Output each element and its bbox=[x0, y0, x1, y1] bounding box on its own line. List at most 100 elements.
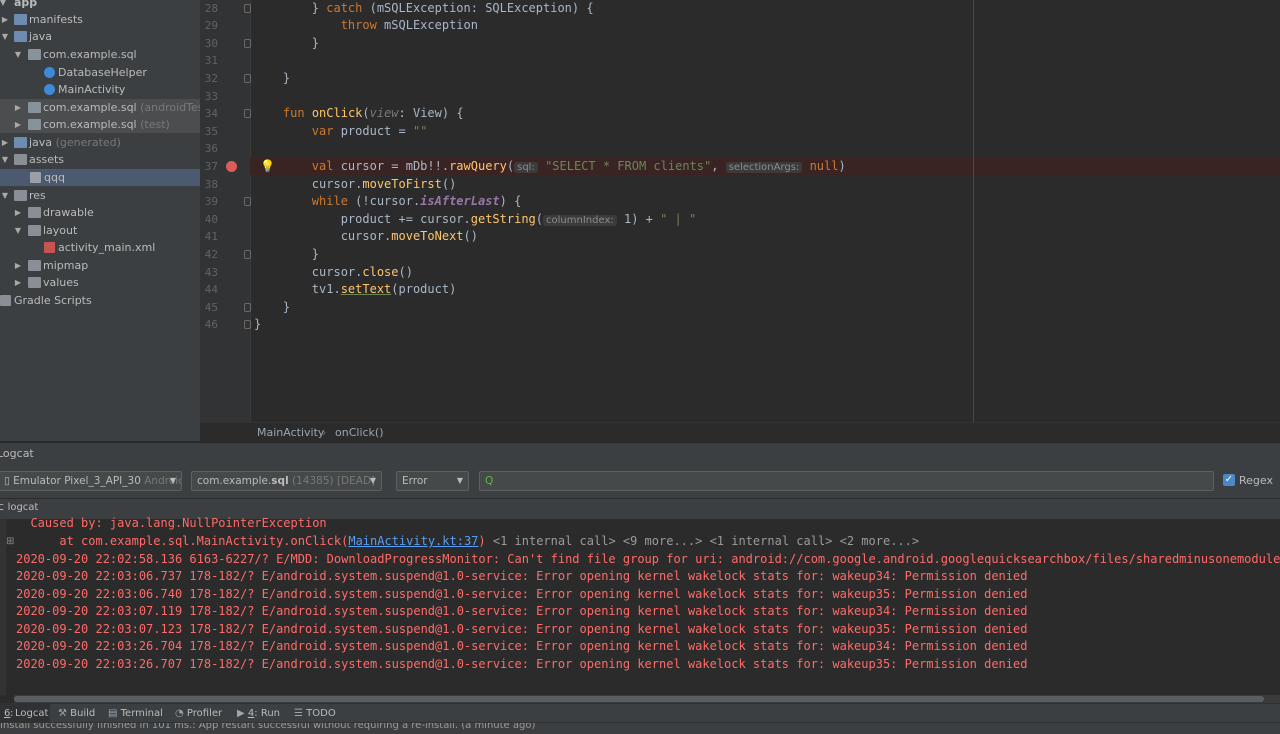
fold-marker-icon[interactable] bbox=[244, 320, 251, 329]
chevron-down-icon[interactable]: ▼ bbox=[13, 222, 23, 239]
tree-item-mipmap[interactable]: ▶ mipmap bbox=[0, 257, 200, 274]
logcat-title: Logcat bbox=[0, 447, 34, 460]
chevron-right-icon[interactable]: ▶ bbox=[13, 204, 23, 221]
tree-item-drawable[interactable]: ▶ drawable bbox=[0, 204, 200, 221]
tree-item-mainactivity[interactable]: MainActivity bbox=[0, 81, 200, 98]
code-line-40[interactable]: product += cursor.getString(columnIndex:… bbox=[254, 211, 696, 228]
tree-item-app[interactable]: ▼ app bbox=[0, 0, 200, 11]
fold-marker-icon[interactable] bbox=[244, 109, 251, 118]
chevron-down-icon[interactable]: ▼ bbox=[0, 187, 10, 204]
tab-logcat[interactable]: 6: Logcat bbox=[0, 704, 50, 723]
line-number: 39 bbox=[204, 195, 218, 208]
scrollbar-thumb[interactable] bbox=[14, 696, 1264, 702]
chevron-down-icon: ▼ bbox=[169, 476, 176, 485]
stacktrace-link[interactable]: MainActivity.kt:37 bbox=[348, 534, 478, 548]
breadcrumb-item-method[interactable]: onClick() bbox=[335, 426, 384, 439]
log-line[interactable]: 2020-09-20 22:03:26.704 178-182/? E/andr… bbox=[16, 638, 1027, 655]
search-icon: Q bbox=[485, 475, 494, 487]
chevron-right-icon[interactable]: ▶ bbox=[13, 257, 23, 274]
chevron-right-icon[interactable]: ▶ bbox=[13, 116, 23, 133]
code-line-46[interactable]: } bbox=[254, 316, 261, 333]
tree-item-values[interactable]: ▶ values bbox=[0, 274, 200, 291]
log-line[interactable]: 2020-09-20 22:03:26.707 178-182/? E/andr… bbox=[16, 656, 1027, 673]
line-number: 33 bbox=[204, 90, 218, 103]
breakpoint-icon[interactable] bbox=[226, 161, 237, 172]
line-number: 32 bbox=[204, 72, 218, 85]
code-line-35[interactable]: var product = "" bbox=[254, 123, 428, 140]
tab-terminal[interactable]: ▤ Terminal bbox=[108, 704, 163, 723]
device-select[interactable]: ▯ Emulator Pixel_3_API_30 Android ▼ bbox=[0, 471, 182, 491]
tab-build[interactable]: ⚒ Build bbox=[58, 704, 95, 723]
line-number: 28 bbox=[204, 2, 218, 15]
tree-item-package-test[interactable]: ▶ com.example.sql (test) bbox=[0, 116, 200, 133]
code-line-28[interactable]: } catch (mSQLException: SQLException) { bbox=[254, 0, 594, 17]
code-line-38[interactable]: cursor.moveToFirst() bbox=[254, 176, 457, 193]
log-level-select[interactable]: Error ▼ bbox=[396, 471, 469, 491]
log-line[interactable]: 2020-09-20 22:03:06.740 178-182/? E/andr… bbox=[16, 586, 1027, 603]
tree-item-assets[interactable]: ▼ assets bbox=[0, 151, 200, 168]
tree-item-package-androidtest[interactable]: ▶ com.example.sql (androidTest) bbox=[0, 99, 200, 116]
logcat-subtab[interactable]: ⊏ logcat bbox=[0, 502, 38, 513]
fold-marker-icon[interactable] bbox=[244, 197, 251, 206]
parameter-hint: sql: bbox=[514, 162, 538, 173]
code-line-42[interactable]: } bbox=[254, 246, 319, 263]
code-line-32[interactable]: } bbox=[254, 70, 290, 87]
status-bar: Install successfully finished in 101 ms.… bbox=[0, 722, 1280, 734]
log-line[interactable]: 2020-09-20 22:03:07.123 178-182/? E/andr… bbox=[16, 621, 1027, 638]
tree-item-java[interactable]: ▼ java bbox=[0, 28, 200, 45]
code-line-45[interactable]: } bbox=[254, 299, 290, 316]
fold-marker-icon[interactable] bbox=[244, 250, 251, 259]
tree-item-gradle-scripts[interactable]: Gradle Scripts bbox=[0, 292, 200, 309]
tree-item-databasehelper[interactable]: DatabaseHelper bbox=[0, 64, 200, 81]
fold-marker-icon[interactable] bbox=[244, 74, 251, 83]
xml-file-icon bbox=[44, 242, 55, 253]
tree-item-activity-main-xml[interactable]: activity_main.xml bbox=[0, 239, 200, 256]
chevron-down-icon: ▼ bbox=[456, 476, 463, 485]
chevron-down-icon[interactable]: ▼ bbox=[0, 0, 8, 11]
chevron-down-icon[interactable]: ▼ bbox=[13, 46, 23, 63]
line-number: 36 bbox=[204, 142, 218, 155]
code-line-29[interactable]: throw mSQLException bbox=[254, 17, 478, 34]
line-number: 37 bbox=[204, 160, 218, 173]
expand-icon[interactable]: ⊞ bbox=[6, 536, 14, 547]
chevron-right-icon[interactable]: ▶ bbox=[13, 274, 23, 291]
code-line-41[interactable]: cursor.moveToNext() bbox=[254, 228, 478, 245]
log-line[interactable]: Caused by: java.lang.NullPointerExceptio… bbox=[16, 515, 326, 532]
log-line[interactable]: 2020-09-20 22:02:58.136 6163-6227/? E/MD… bbox=[16, 551, 1280, 568]
code-line-43[interactable]: cursor.close() bbox=[254, 264, 413, 281]
fold-marker-icon[interactable] bbox=[244, 39, 251, 48]
code-line-37[interactable]: val cursor = mDb!!.rawQuery(sql: "SELECT… bbox=[254, 158, 846, 175]
code-line-39[interactable]: while (!cursor.isAfterLast) { bbox=[254, 193, 522, 210]
code-line-30[interactable]: } bbox=[254, 35, 319, 52]
tab-profiler[interactable]: ◔ Profiler bbox=[175, 704, 222, 723]
code-line-44[interactable]: tv1.setText(product) bbox=[254, 281, 457, 298]
process-select[interactable]: com.example.sql (14385) [DEAD] ▼ bbox=[191, 471, 382, 491]
folder-icon bbox=[28, 207, 41, 218]
fold-marker-icon[interactable] bbox=[244, 4, 251, 13]
chevron-right-icon[interactable]: ▶ bbox=[0, 134, 10, 151]
regex-checkbox[interactable]: ✓ bbox=[1223, 474, 1235, 486]
tree-item-qqq[interactable]: qqq bbox=[0, 169, 200, 186]
tab-run[interactable]: ▶ 4: Run bbox=[237, 704, 280, 723]
code-line-34[interactable]: fun onClick(view: View) { bbox=[254, 105, 464, 122]
tree-item-res[interactable]: ▼ res bbox=[0, 187, 200, 204]
tree-item-package-main[interactable]: ▼ com.example.sql bbox=[0, 46, 200, 63]
tree-item-manifests[interactable]: ▶ manifests bbox=[0, 11, 200, 28]
log-line[interactable]: 2020-09-20 22:03:06.737 178-182/? E/andr… bbox=[16, 568, 1027, 585]
tree-item-java-generated[interactable]: ▶ java (generated) bbox=[0, 134, 200, 151]
list-icon: ☰ bbox=[294, 708, 303, 719]
chevron-down-icon[interactable]: ▼ bbox=[0, 151, 10, 168]
tree-item-layout[interactable]: ▼ layout bbox=[0, 222, 200, 239]
chevron-down-icon[interactable]: ▼ bbox=[0, 28, 10, 45]
chevron-right-icon[interactable]: ▶ bbox=[0, 11, 10, 28]
project-tree: ▼ app ▶ manifests ▼ java ▼ com.example.s… bbox=[0, 0, 200, 441]
tab-todo[interactable]: ☰ TODO bbox=[294, 704, 336, 723]
logcat-search-input[interactable]: Q bbox=[479, 471, 1214, 491]
fold-marker-icon[interactable] bbox=[244, 303, 251, 312]
breadcrumb-item-class[interactable]: MainActivity bbox=[257, 426, 324, 439]
terminal-icon: ▤ bbox=[108, 708, 118, 719]
log-line[interactable]: 2020-09-20 22:03:07.119 178-182/? E/andr… bbox=[16, 603, 1027, 620]
chevron-right-icon[interactable]: ▶ bbox=[13, 99, 23, 116]
log-line[interactable]: at com.example.sql.MainActivity.onClick(… bbox=[16, 533, 919, 550]
folder-icon bbox=[14, 154, 27, 165]
